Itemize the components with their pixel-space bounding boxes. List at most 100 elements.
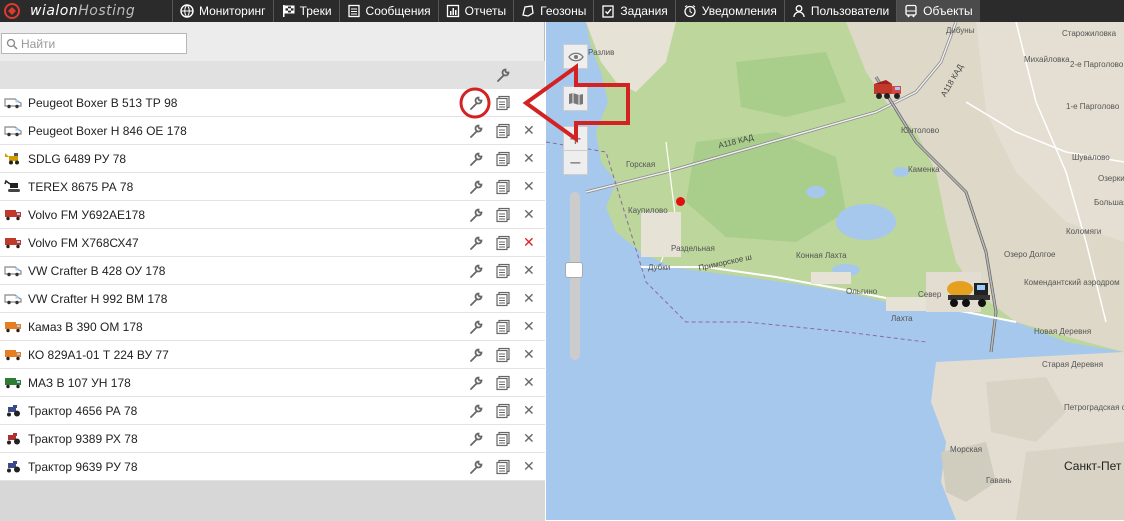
unit-name[interactable]: VW Crafter В 428 ОУ 178 — [28, 264, 165, 278]
tasks-icon — [602, 5, 615, 18]
delete-icon[interactable]: ✕ — [523, 432, 539, 448]
wrench-icon[interactable] — [468, 123, 484, 139]
unit-row[interactable]: Трактор 9639 РУ 78 ✕ — [0, 453, 545, 481]
concrete-mixer-marker-icon[interactable] — [944, 275, 996, 311]
copy-icon[interactable] — [495, 431, 511, 447]
wrench-icon[interactable] — [468, 235, 484, 251]
delete-icon[interactable]: ✕ — [523, 376, 539, 392]
wrench-icon[interactable] — [468, 291, 484, 307]
wrench-icon[interactable] — [468, 151, 484, 167]
unit-row[interactable]: Volvo FM У692АЕ178 ✕ — [0, 201, 545, 229]
wrench-icon[interactable] — [468, 207, 484, 223]
wialon-logo[interactable]: wialonHosting — [0, 0, 172, 22]
wrench-icon[interactable] — [468, 179, 484, 195]
delete-icon[interactable]: ✕ — [523, 292, 539, 308]
search-box[interactable] — [1, 33, 187, 54]
delete-icon[interactable]: ✕ — [523, 124, 539, 140]
unit-name[interactable]: Peugeot Boxer Н 846 ОЕ 178 — [28, 124, 187, 138]
unit-name[interactable]: Трактор 9389 РХ 78 — [28, 432, 138, 446]
delete-icon[interactable]: ✕ — [523, 264, 539, 280]
nav-geozones[interactable]: Геозоны — [513, 0, 593, 22]
delete-icon[interactable]: ✕ — [523, 348, 539, 364]
unit-name[interactable]: TEREX 8675 РА 78 — [28, 180, 133, 194]
wrench-header-icon[interactable] — [495, 67, 511, 83]
unit-name[interactable]: VW Crafter Н 992 ВМ 178 — [28, 292, 167, 306]
copy-icon[interactable] — [495, 291, 511, 307]
wrench-icon[interactable] — [468, 95, 484, 111]
copy-icon[interactable] — [495, 123, 511, 139]
zoom-in-button[interactable]: + — [563, 126, 588, 151]
copy-icon[interactable] — [495, 403, 511, 419]
copy-icon[interactable] — [495, 375, 511, 391]
unit-row[interactable]: Трактор 4656 РА 78 ✕ — [0, 397, 545, 425]
unit-row[interactable]: VW Crafter Н 992 ВМ 178 ✕ — [0, 285, 545, 313]
map-type-button[interactable] — [563, 86, 588, 111]
unit-name[interactable]: МАЗ В 107 УН 178 — [28, 376, 131, 390]
unit-row[interactable]: VW Crafter В 428 ОУ 178 ✕ — [0, 257, 545, 285]
copy-icon[interactable] — [495, 263, 511, 279]
copy-icon[interactable] — [495, 319, 511, 335]
nav-units[interactable]: Объекты — [896, 0, 980, 22]
van-icon — [4, 291, 22, 305]
unit-name[interactable]: SDLG 6489 РУ 78 — [28, 152, 126, 166]
unit-row[interactable]: SDLG 6489 РУ 78 ✕ — [0, 145, 545, 173]
wialon-logo-icon — [4, 3, 20, 19]
copy-icon[interactable] — [495, 207, 511, 223]
unit-name[interactable]: Volvo FM Х768СХ47 — [28, 236, 139, 250]
unit-name[interactable]: Трактор 9639 РУ 78 — [28, 460, 138, 474]
unit-row[interactable]: Камаз В 390 ОМ 178 ✕ — [0, 313, 545, 341]
copy-icon[interactable] — [495, 179, 511, 195]
wrench-icon[interactable] — [468, 347, 484, 363]
zoom-slider-handle[interactable] — [565, 262, 583, 278]
dump-truck-marker-icon[interactable] — [872, 78, 906, 102]
unit-row[interactable]: Peugeot Boxer Н 846 ОЕ 178 ✕ — [0, 117, 545, 145]
delete-icon[interactable]: ✕ — [523, 404, 539, 420]
unit-name[interactable]: КО 829А1-01 Т 224 ВУ 77 — [28, 348, 169, 362]
delete-icon[interactable]: ✕ — [523, 152, 539, 168]
unit-row[interactable]: КО 829А1-01 Т 224 ВУ 77 ✕ — [0, 341, 545, 369]
layers-visibility-button[interactable] — [563, 44, 588, 69]
wrench-icon[interactable] — [468, 403, 484, 419]
tractor-icon — [4, 431, 22, 445]
copy-icon[interactable] — [495, 95, 511, 111]
unit-name[interactable]: Volvo FM У692АЕ178 — [28, 208, 145, 222]
nav-tracks[interactable]: Треки — [272, 0, 339, 22]
wrench-icon[interactable] — [468, 459, 484, 475]
delete-icon[interactable]: ✕ — [523, 460, 539, 476]
copy-icon[interactable] — [495, 347, 511, 363]
nav-users[interactable]: Пользователи — [783, 0, 896, 22]
unit-name[interactable]: Peugeot Boxer В 513 ТР 98 — [28, 96, 177, 110]
unit-name[interactable]: Трактор 4656 РА 78 — [28, 404, 137, 418]
search-input[interactable] — [21, 36, 181, 51]
map-label-ozerki: Озерки — [1098, 174, 1124, 183]
nav-tasks[interactable]: Задания — [593, 0, 674, 22]
nav-notifications[interactable]: Уведомления — [674, 0, 784, 22]
list-header — [0, 61, 545, 89]
wrench-icon[interactable] — [468, 263, 484, 279]
delete-icon[interactable]: ✕ — [523, 208, 539, 224]
wrench-icon[interactable] — [468, 375, 484, 391]
delete-icon[interactable]: ✕ — [523, 180, 539, 196]
unit-location-marker[interactable] — [676, 197, 685, 206]
wrench-icon[interactable] — [468, 431, 484, 447]
unit-row[interactable]: Volvo FM Х768СХ47 ✕ — [0, 229, 545, 257]
copy-icon[interactable] — [495, 151, 511, 167]
unit-row[interactable]: МАЗ В 107 УН 178 ✕ — [0, 369, 545, 397]
copy-icon[interactable] — [495, 235, 511, 251]
checkered-flag-icon — [282, 5, 295, 17]
nav-reports[interactable]: Отчеты — [437, 0, 513, 22]
map-label-dubki: Дубки — [648, 263, 671, 272]
nav-monitoring[interactable]: Мониторинг — [172, 0, 273, 22]
unit-name[interactable]: Камаз В 390 ОМ 178 — [28, 320, 143, 334]
copy-icon[interactable] — [495, 459, 511, 475]
zoom-out-button[interactable]: − — [563, 150, 588, 175]
unit-row[interactable]: TEREX 8675 РА 78 ✕ — [0, 173, 545, 201]
map-view[interactable]: + − Разлив А118 КАД А118 КАД Горская Кау… — [546, 22, 1124, 520]
wrench-icon[interactable] — [468, 319, 484, 335]
delete-icon[interactable]: ✕ — [523, 236, 539, 252]
unit-row[interactable]: Трактор 9389 РХ 78 ✕ — [0, 425, 545, 453]
delete-icon[interactable]: ✕ — [523, 320, 539, 336]
nav-messages[interactable]: Сообщения — [338, 0, 438, 22]
unit-row[interactable]: Peugeot Boxer В 513 ТР 98 — [0, 89, 545, 117]
van-icon — [4, 123, 22, 137]
